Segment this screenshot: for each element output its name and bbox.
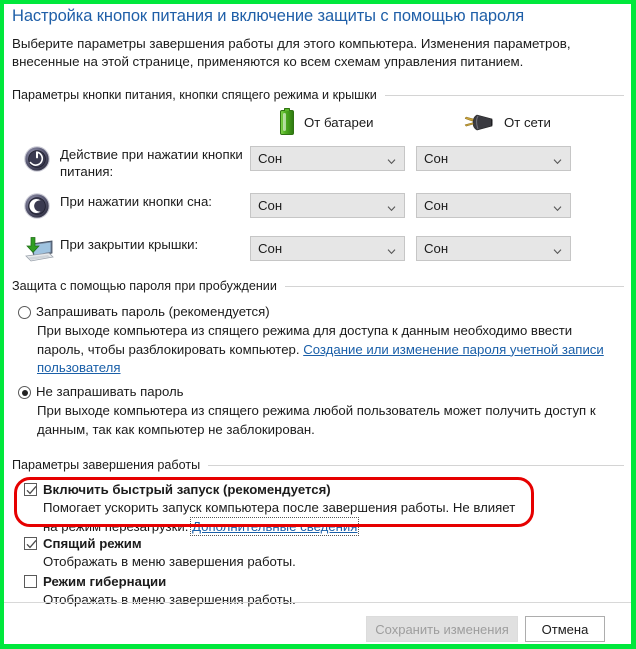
power-button-icon xyxy=(24,146,50,172)
chevron-down-icon xyxy=(553,154,562,164)
radio-no-password-control[interactable] xyxy=(18,386,31,399)
save-changes-button[interactable]: Сохранить изменения xyxy=(366,616,518,642)
checkbox-sleep-mode-label: Спящий режим xyxy=(43,536,142,551)
password-section-header: Защита с помощью пароля при пробуждении xyxy=(12,279,624,293)
sleep-button-battery-value: Сон xyxy=(258,198,283,213)
power-button-plugged-select[interactable]: Сон xyxy=(416,146,571,171)
shutdown-section-header-label: Параметры завершения работы xyxy=(12,458,201,472)
checkbox-sleep-mode-control[interactable] xyxy=(24,537,37,550)
setting-row-power-button-label: Действие при нажатии кнопки питания: xyxy=(60,147,243,179)
radio-no-password[interactable]: Не запрашивать пароль xyxy=(18,384,184,399)
lid-close-battery-value: Сон xyxy=(258,241,283,256)
setting-row-lid-close-label: При закрытии крышки: xyxy=(60,237,199,252)
page-title: Настройка кнопок питания и включение защ… xyxy=(12,7,525,25)
column-header-on-battery-label: От батареи xyxy=(304,115,374,130)
setting-row-power-button: Действие при нажатии кнопки питания: Сон… xyxy=(4,146,631,179)
footer-divider xyxy=(4,602,631,603)
checkbox-hibernate-mode-control[interactable] xyxy=(24,575,37,588)
power-buttons-section-header-label: Параметры кнопки питания, кнопки спящего… xyxy=(12,88,377,102)
radio-no-password-label: Не запрашивать пароль xyxy=(36,384,184,399)
control-panel-page: Настройка кнопок питания и включение защ… xyxy=(4,4,631,644)
screenshot-frame: Настройка кнопок питания и включение защ… xyxy=(0,0,636,649)
checkbox-fast-startup[interactable]: Включить быстрый запуск (рекомендуется) xyxy=(24,482,331,497)
column-header-plugged-in: От сети xyxy=(464,112,551,132)
power-button-battery-select[interactable]: Сон xyxy=(250,146,405,171)
sleep-button-plugged-select[interactable]: Сон xyxy=(416,193,571,218)
radio-no-password-description: При выходе компьютера из спящего режима … xyxy=(37,403,596,437)
checkbox-hibernate-mode-label: Режим гибернации xyxy=(43,574,167,589)
checkbox-sleep-mode[interactable]: Спящий режим xyxy=(24,536,142,551)
section-rule xyxy=(384,94,624,96)
checkbox-sleep-mode-description: Отображать в меню завершения работы. xyxy=(43,554,296,569)
section-rule xyxy=(208,464,624,466)
laptop-lid-icon xyxy=(22,236,54,266)
lid-close-plugged-value: Сон xyxy=(424,241,449,256)
battery-icon xyxy=(280,108,294,135)
sleep-button-plugged-value: Сон xyxy=(424,198,449,213)
checkbox-hibernate-mode-description: Отображать в меню завершения работы. xyxy=(43,592,296,607)
section-rule xyxy=(284,285,624,287)
chevron-down-icon xyxy=(553,244,562,254)
sleep-button-battery-select[interactable]: Сон xyxy=(250,193,405,218)
checkbox-fast-startup-description: Помогает ускорить запуск компьютера посл… xyxy=(43,499,533,536)
sleep-button-icon xyxy=(24,193,50,219)
chevron-down-icon xyxy=(387,244,396,254)
page-description: Выберите параметры завершения работы для… xyxy=(12,36,571,69)
more-info-link[interactable]: Дополнительные сведения xyxy=(190,516,360,536)
lid-close-battery-select[interactable]: Сон xyxy=(250,236,405,261)
chevron-down-icon xyxy=(387,201,396,211)
chevron-down-icon xyxy=(387,154,396,164)
power-plug-icon xyxy=(464,112,494,132)
lid-close-plugged-select[interactable]: Сон xyxy=(416,236,571,261)
setting-row-sleep-button: При нажатии кнопки сна: Сон Сон xyxy=(4,193,631,223)
checkbox-fast-startup-label: Включить быстрый запуск (рекомендуется) xyxy=(43,482,331,497)
power-button-plugged-value: Сон xyxy=(424,151,449,166)
checkbox-fast-startup-control[interactable] xyxy=(24,483,37,496)
radio-require-password[interactable]: Запрашивать пароль (рекомендуется) xyxy=(18,304,270,319)
radio-require-password-label: Запрашивать пароль (рекомендуется) xyxy=(36,304,270,319)
shutdown-section-header: Параметры завершения работы xyxy=(12,458,624,472)
radio-require-password-description: При выходе компьютера из спящего режима … xyxy=(37,322,619,378)
column-header-on-battery: От батареи xyxy=(280,108,374,135)
cancel-button[interactable]: Отмена xyxy=(525,616,605,642)
checkbox-hibernate-mode[interactable]: Режим гибернации xyxy=(24,574,166,589)
setting-row-sleep-button-label: При нажатии кнопки сна: xyxy=(60,194,212,209)
power-button-battery-value: Сон xyxy=(258,151,283,166)
power-buttons-section-header: Параметры кнопки питания, кнопки спящего… xyxy=(12,88,624,102)
setting-row-lid-close: При закрытии крышки: Сон Сон xyxy=(4,236,631,266)
column-header-plugged-in-label: От сети xyxy=(504,114,551,130)
chevron-down-icon xyxy=(553,201,562,211)
password-section-header-label: Защита с помощью пароля при пробуждении xyxy=(12,279,277,293)
radio-require-password-control[interactable] xyxy=(18,306,31,319)
